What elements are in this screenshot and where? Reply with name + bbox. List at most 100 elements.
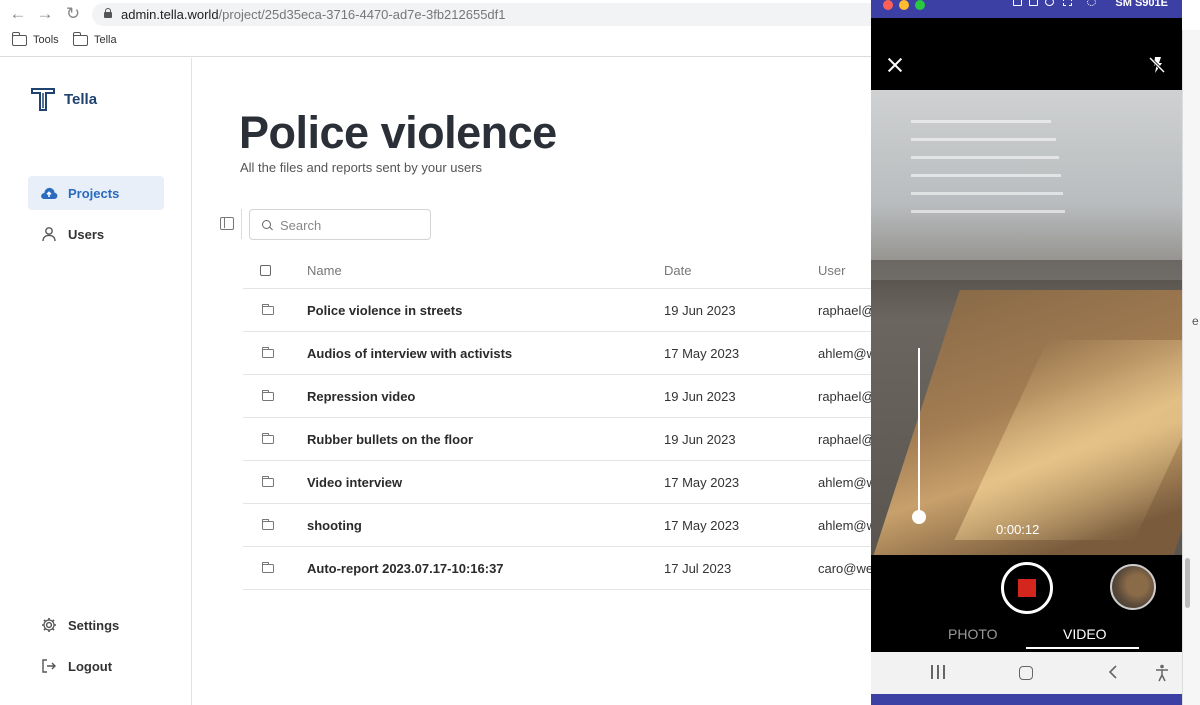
minimize-window-button[interactable]: [899, 0, 909, 10]
row-user: raphael@: [818, 302, 875, 318]
bookmark-label: Tools: [33, 34, 59, 46]
search-input[interactable]: [280, 216, 420, 234]
folder-icon: [262, 304, 274, 315]
folder-icon: [12, 31, 27, 46]
lock-icon: [104, 8, 112, 18]
back-icon[interactable]: [1107, 665, 1121, 679]
table-row[interactable]: Rubber bullets on the floor 19 Jun 2023 …: [243, 418, 883, 461]
table-row[interactable]: Auto-report 2023.07.17-10:16:37 17 Jul 2…: [243, 547, 883, 590]
checkbox-icon: [260, 265, 271, 276]
sidebar-item-logout[interactable]: Logout: [28, 649, 164, 683]
row-name[interactable]: shooting: [307, 504, 657, 546]
folder-icon: [262, 519, 274, 530]
scrollbar[interactable]: [1185, 558, 1190, 608]
files-table: Name Date User Police violence in street…: [243, 253, 883, 590]
back-arrow-icon[interactable]: ←: [8, 4, 28, 24]
settings-icon: [1087, 0, 1096, 6]
divider: [241, 209, 242, 239]
stop-recording-button[interactable]: [1001, 562, 1053, 614]
table-row[interactable]: Police violence in streets 19 Jun 2023 r…: [243, 289, 883, 332]
reload-icon[interactable]: ↻: [63, 4, 83, 24]
column-header-name[interactable]: Name: [307, 253, 657, 288]
table-row[interactable]: Video interview 17 May 2023 ahlem@w: [243, 461, 883, 504]
recents-icon[interactable]: [931, 665, 945, 679]
row-user: ahlem@w: [818, 474, 876, 490]
select-all-checkbox[interactable]: [260, 253, 274, 288]
window-title-bar: SM S901E: [871, 0, 1182, 18]
background-window-text: e: [1192, 314, 1199, 328]
row-date: 17 May 2023: [664, 517, 740, 533]
column-header-user[interactable]: User: [818, 253, 878, 288]
home-icon[interactable]: [1019, 666, 1033, 680]
page-subtitle: All the files and reports sent by your u…: [240, 160, 483, 175]
row-user: ahlem@w: [818, 517, 876, 533]
android-nav-bar: [871, 652, 1182, 694]
window-bottom-bar: [871, 694, 1182, 705]
camera-controls: PHOTO VIDEO: [871, 555, 1182, 652]
row-name[interactable]: Rubber bullets on the floor: [307, 418, 657, 460]
flash-off-icon[interactable]: [1148, 56, 1166, 74]
sidebar-toggle-icon[interactable]: [220, 217, 234, 230]
accessibility-icon[interactable]: [1154, 664, 1170, 682]
row-name[interactable]: Repression video: [307, 375, 657, 417]
page-title: Police violence: [239, 107, 557, 158]
row-date: 19 Jun 2023: [664, 431, 736, 447]
device-name: SM S901E: [1115, 0, 1168, 9]
sidebar-item-label: Settings: [68, 617, 120, 633]
row-name[interactable]: Auto-report 2023.07.17-10:16:37: [307, 547, 657, 589]
logo[interactable]: Tella: [30, 86, 97, 112]
row-name[interactable]: Audios of interview with activists: [307, 332, 657, 374]
phone-mirror-window: SM S901E 0:00:12 PHOTO VIDEO: [871, 0, 1182, 705]
cloud-upload-icon: [40, 184, 58, 202]
sidebar-item-settings[interactable]: Settings: [28, 608, 164, 642]
camera-top-bar: [871, 18, 1182, 90]
mode-photo[interactable]: PHOTO: [948, 626, 998, 642]
row-date: 17 May 2023: [664, 345, 740, 361]
row-date: 17 Jul 2023: [664, 560, 732, 576]
table-row[interactable]: Audios of interview with activists 17 Ma…: [243, 332, 883, 375]
logout-icon: [40, 657, 58, 675]
table-row[interactable]: Repression video 19 Jun 2023 raphael@: [243, 375, 883, 418]
row-user: ahlem@w: [818, 345, 876, 361]
search-icon: [262, 220, 271, 229]
row-user: raphael@: [818, 388, 875, 404]
zoom-slider-handle[interactable]: [912, 510, 926, 524]
row-user: raphael@: [818, 431, 875, 447]
row-user: caro@wea: [818, 560, 878, 576]
folder-icon: [262, 562, 274, 573]
zoom-slider-track[interactable]: [918, 348, 920, 518]
folder-icon: [73, 31, 88, 46]
active-mode-indicator: [1026, 647, 1139, 649]
viewfinder-window: [871, 90, 1182, 280]
close-window-button[interactable]: [883, 0, 893, 10]
folder-icon: [262, 433, 274, 444]
zoom-window-button[interactable]: [915, 0, 925, 10]
address-bar[interactable]: admin.tella.world/project/25d35eca-3716-…: [92, 3, 892, 26]
column-header-date[interactable]: Date: [664, 253, 814, 288]
sidebar: Tella Projects Users Settings Logout: [0, 58, 192, 705]
gallery-thumbnail[interactable]: [1110, 564, 1156, 610]
sidebar-item-projects[interactable]: Projects: [28, 176, 164, 210]
row-name[interactable]: Police violence in streets: [307, 289, 657, 331]
bookmark-tools[interactable]: Tools: [12, 31, 59, 46]
row-name[interactable]: Video interview: [307, 461, 657, 503]
row-date: 19 Jun 2023: [664, 388, 736, 404]
user-icon: [40, 225, 58, 243]
sidebar-item-users[interactable]: Users: [28, 217, 164, 251]
forward-arrow-icon[interactable]: →: [35, 4, 55, 24]
camera-status-icon: [1013, 0, 1022, 6]
sidebar-item-label: Logout: [68, 658, 113, 674]
table-row[interactable]: shooting 17 May 2023 ahlem@w: [243, 504, 883, 547]
window-slat: [911, 210, 1065, 213]
mode-video[interactable]: VIDEO: [1063, 626, 1107, 642]
url-text: admin.tella.world/project/25d35eca-3716-…: [121, 7, 506, 22]
close-icon[interactable]: [887, 57, 903, 73]
bookmark-tella[interactable]: Tella: [73, 31, 117, 46]
folder-icon: [262, 390, 274, 401]
stop-icon: [1018, 579, 1036, 597]
sidebar-item-label: Users: [68, 226, 105, 242]
window-slat: [911, 174, 1061, 177]
camera-viewfinder[interactable]: 0:00:12: [871, 90, 1182, 555]
folder-icon: [262, 347, 274, 358]
search-field[interactable]: [249, 209, 431, 240]
